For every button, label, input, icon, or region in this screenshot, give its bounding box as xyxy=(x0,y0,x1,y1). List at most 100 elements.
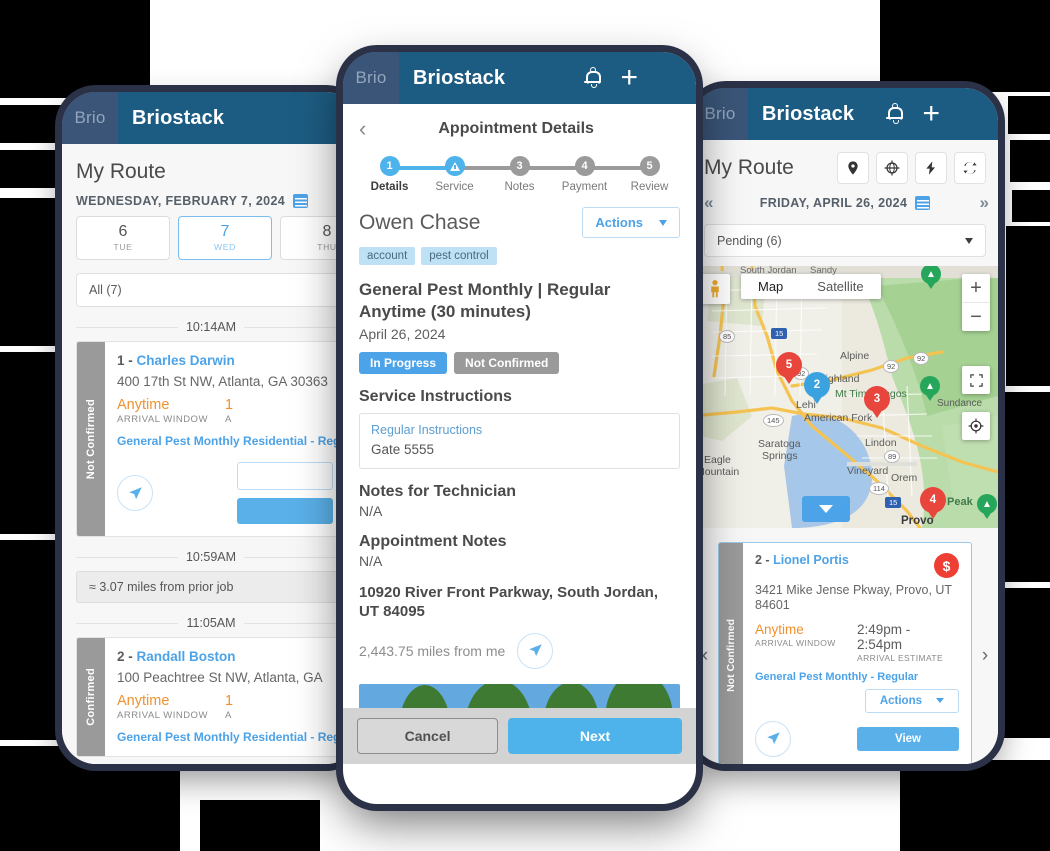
card-footer-row: View xyxy=(755,720,959,757)
navigate-arrow-icon[interactable] xyxy=(517,632,554,669)
status-badges: In Progress Not Confirmed xyxy=(359,352,680,375)
actions-button[interactable]: Actions xyxy=(582,207,680,238)
card-address: 3421 Mike Jense Pkway, Provo, UT 84601 xyxy=(755,583,952,613)
step-review[interactable]: 5 Review xyxy=(617,156,682,193)
calendar-icon[interactable] xyxy=(293,194,309,208)
card-actions-row: Actions xyxy=(755,688,959,713)
center-app-bar: Brio Briostack + xyxy=(343,52,696,104)
card-service-name[interactable]: General Pest Monthly - Regular xyxy=(755,671,959,683)
job-card[interactable]: Confirmed 2 - Randall Boston 100 Peachtr… xyxy=(76,637,346,757)
card-customer-line: 2 - Lionel Portis xyxy=(755,553,849,567)
plus-icon[interactable]: + xyxy=(620,63,638,93)
edge-artifact xyxy=(1008,96,1050,134)
card-times: Anytime ARRIVAL WINDOW 2:49pm - 2:54pm A… xyxy=(755,622,959,663)
calendar-icon[interactable] xyxy=(915,196,931,210)
day-number: 8 xyxy=(322,223,332,240)
left-filter-select[interactable]: All (7) xyxy=(76,273,346,307)
bell-icon[interactable] xyxy=(886,103,904,124)
right-filter-select[interactable]: Pending (6) xyxy=(704,224,986,257)
step-payment[interactable]: 4 Payment xyxy=(552,156,650,193)
map-marker-3[interactable]: 3 xyxy=(864,386,890,420)
center-phone-appointment-details: Brio Briostack + ‹ Appointment Details 1… xyxy=(343,52,696,804)
confirmation-flag-text: Not Confirmed xyxy=(725,619,737,693)
lightning-bolt-icon[interactable] xyxy=(915,152,947,184)
separator-line xyxy=(76,622,179,624)
arrival-window-label: ARRIVAL WINDOW xyxy=(755,637,836,648)
actions-button-clipped[interactable] xyxy=(237,462,333,490)
map-pin-icon[interactable] xyxy=(837,152,869,184)
carousel-next-button[interactable]: › xyxy=(972,645,998,667)
dollar-badge-icon[interactable]: $ xyxy=(934,553,959,578)
separator-line xyxy=(244,556,346,558)
plus-icon[interactable]: + xyxy=(922,99,940,129)
view-button[interactable]: View xyxy=(857,726,959,751)
edge-artifact xyxy=(0,0,150,98)
confirmation-flag: Confirmed xyxy=(77,638,105,756)
appointment-card[interactable]: Not Confirmed 2 - Lionel Portis $ 3421 M… xyxy=(718,542,972,764)
map-marker-4[interactable]: 4 xyxy=(920,487,946,521)
confirmation-flag: Not Confirmed xyxy=(719,543,743,764)
day-chip-6[interactable]: 6 TUE xyxy=(76,216,170,260)
actions-button[interactable]: Actions xyxy=(864,688,959,713)
refresh-glyph xyxy=(963,162,977,174)
step-service[interactable]: Service xyxy=(422,156,520,193)
right-app-bar: Brio Briostack + xyxy=(692,88,998,140)
job-service-name[interactable]: General Pest Monthly Residential - Regul… xyxy=(117,434,345,448)
arrival-estimate-col: 2:49pm - 2:54pm ARRIVAL ESTIMATE xyxy=(857,622,959,663)
appointment-stepper: 1 Details Service 3 Notes 4 Payment 5 Re… xyxy=(343,144,696,193)
status-badge-in-progress: In Progress xyxy=(359,352,448,375)
job-card[interactable]: Not Confirmed 1 - Charles Darwin 400 17t… xyxy=(76,341,346,537)
miles-from-prior-job: ≈ 3.07 miles from prior job xyxy=(76,571,346,603)
step-number: 1 xyxy=(379,156,400,176)
next-button[interactable]: Next xyxy=(508,718,682,754)
service-title: General Pest Monthly | Regular Anytime (… xyxy=(359,280,611,322)
refresh-icon[interactable] xyxy=(954,152,986,184)
job-service-name[interactable]: General Pest Monthly Residential - Regul… xyxy=(117,730,345,744)
route-map[interactable]: Map Satellite + − South Jordan Sandy Alp… xyxy=(692,266,998,528)
map-pin-glyph xyxy=(848,161,858,175)
page-title: Appointment Details xyxy=(438,120,594,137)
job-customer-line: 1 - Charles Darwin xyxy=(117,353,333,368)
navigate-arrow-icon[interactable] xyxy=(117,475,153,511)
instructions-key: Regular Instructions xyxy=(371,423,483,438)
brio-logo-chip[interactable]: Brio xyxy=(692,88,748,140)
next-date-button[interactable]: » xyxy=(980,193,990,213)
route-shield: 85 xyxy=(719,330,736,343)
brio-logo-chip[interactable]: Brio xyxy=(343,52,399,104)
confirmation-flag-text: Not Confirmed xyxy=(85,398,97,480)
bell-icon[interactable] xyxy=(584,67,602,88)
job-customer-name[interactable]: Charles Darwin xyxy=(137,353,235,368)
step-details[interactable]: 1 Details xyxy=(357,156,455,193)
cancel-button[interactable]: Cancel xyxy=(357,718,499,754)
map-marker-2[interactable]: 2 xyxy=(804,372,830,406)
day-chip-7[interactable]: 7 WED xyxy=(178,216,272,260)
day-number: 7 xyxy=(220,223,230,240)
route-shield: 15 xyxy=(885,497,902,508)
job-customer-name[interactable]: Randall Boston xyxy=(137,649,236,664)
arrival-window-value: Anytime xyxy=(117,397,170,413)
step-notes[interactable]: 3 Notes xyxy=(487,156,585,193)
right-date-nav: « FRIDAY, APRIL 26, 2024 » xyxy=(692,184,998,213)
right-header-row: My Route xyxy=(692,140,998,184)
card-customer-name[interactable]: Lionel Portis xyxy=(773,553,849,567)
step-label: Service xyxy=(435,181,474,193)
navigate-arrow-icon[interactable] xyxy=(755,720,791,757)
collapse-map-button[interactable] xyxy=(802,496,850,522)
left-phone-body: My Route WEDNESDAY, FEBRUARY 7, 2024 6 T… xyxy=(62,144,360,764)
target-globe-icon[interactable] xyxy=(876,152,908,184)
view-button-clipped[interactable] xyxy=(237,498,333,524)
route-shield: 92 xyxy=(913,352,930,365)
brio-logo-chip[interactable]: Brio xyxy=(62,92,118,144)
left-day-selector: 6 TUE 7 WED 8 THU xyxy=(62,216,360,260)
service-date: April 26, 2024 xyxy=(359,326,446,343)
back-chevron-icon[interactable]: ‹ xyxy=(359,118,366,140)
day-dow: WED xyxy=(214,242,236,252)
hamburger-menu-icon[interactable] xyxy=(658,71,678,86)
time-separator: 10:59AM xyxy=(76,550,346,564)
card-index: 2 - xyxy=(755,553,774,567)
left-page-title: My Route xyxy=(76,160,166,183)
map-marker-5[interactable]: 5 xyxy=(776,352,802,386)
hamburger-menu-icon[interactable] xyxy=(960,107,980,122)
separator-line xyxy=(243,622,347,624)
navigate-arrow-glyph xyxy=(766,732,780,745)
